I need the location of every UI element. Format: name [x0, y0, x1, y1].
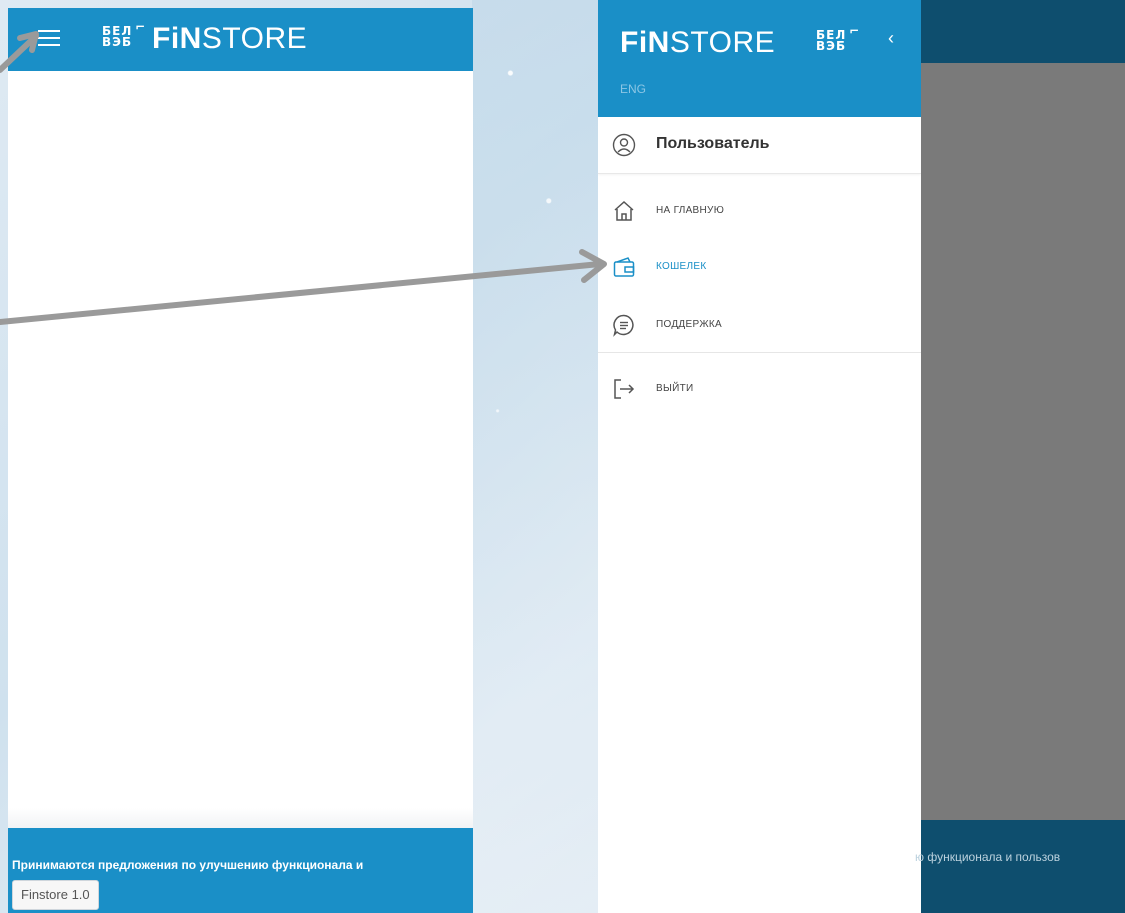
belveb-logo: БЕЛ ВЭБ ⌐	[816, 24, 861, 53]
drawer-screen: FiNSTORE БЕЛ ВЭБ ⌐ ‹ ENG Пользователь НА…	[598, 0, 1125, 913]
menu-item-label: НА ГЛАВНУЮ	[656, 205, 725, 216]
drawer-header: FiNSTORE БЕЛ ВЭБ ⌐ ‹ ENG	[598, 0, 921, 117]
footer-shade	[8, 808, 473, 828]
app-header: БЕЛ ВЭБ ⌐ FiNSTORE	[8, 8, 473, 71]
dimmed-footer-text: ю функционала и пользов	[915, 850, 1061, 864]
language-toggle[interactable]: ENG	[620, 82, 646, 96]
navigation-drawer: FiNSTORE БЕЛ ВЭБ ⌐ ‹ ENG Пользователь НА…	[598, 0, 921, 913]
user-icon	[612, 133, 636, 157]
belveb-logo: БЕЛ ВЭБ ⌐	[102, 20, 147, 49]
dimmed-footer: ю функционала и пользов	[915, 820, 1125, 913]
version-button[interactable]: Finstore 1.0	[12, 880, 99, 910]
main-screen: БЕЛ ВЭБ ⌐ FiNSTORE Принимаются предложен…	[8, 8, 473, 913]
menu-item-support[interactable]: ПОДДЕРЖКА	[598, 300, 921, 350]
wallet-icon	[613, 257, 635, 277]
dimmed-overlay[interactable]: ю функционала и пользов	[915, 0, 1125, 913]
logout-icon	[614, 379, 635, 399]
app-footer: Принимаются предложения по улучшению фун…	[8, 828, 473, 913]
background-decoration	[472, 0, 600, 913]
menu-item-logout[interactable]: ВЫЙТИ	[598, 364, 921, 414]
menu-divider	[598, 352, 921, 353]
chevron-left-icon[interactable]: ‹	[888, 28, 894, 49]
dimmed-header	[921, 0, 1125, 63]
finstore-logo: FiNSTORE	[620, 26, 776, 59]
user-label: Пользователь	[656, 135, 770, 152]
feedback-notice: Принимаются предложения по улучшению фун…	[12, 858, 364, 872]
menu-item-label: ПОДДЕРЖКА	[656, 319, 722, 330]
menu-item-label: КОШЕЛЕК	[656, 261, 707, 272]
chat-icon	[613, 314, 634, 337]
hamburger-menu-icon[interactable]	[38, 30, 60, 46]
menu-item-wallet[interactable]: КОШЕЛЕК	[598, 242, 921, 292]
menu-item-home[interactable]: НА ГЛАВНУЮ	[598, 186, 921, 236]
menu-item-label: ВЫЙТИ	[656, 383, 694, 394]
home-icon	[614, 200, 634, 221]
user-profile-row[interactable]: Пользователь	[598, 117, 921, 174]
finstore-logo: FiNSTORE	[152, 22, 308, 55]
